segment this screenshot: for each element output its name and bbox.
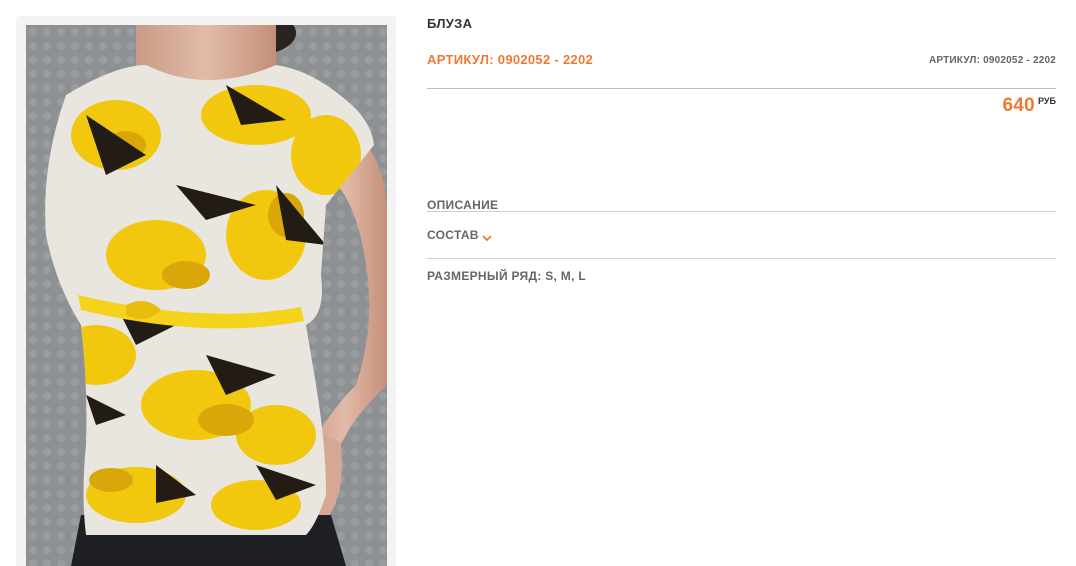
product-page: БЛУЗА АРТИКУЛ: 0902052 - 2202 АРТИКУЛ: 0…	[0, 0, 1076, 566]
size-range: РАЗМЕРНЫЙ РЯД: S, M, L	[427, 269, 586, 283]
composition-label: СОСТАВ	[427, 228, 479, 242]
description-label: ОПИСАНИЕ	[427, 198, 499, 212]
divider	[427, 211, 1056, 212]
divider	[427, 88, 1056, 89]
price-currency: РУБ	[1038, 96, 1056, 106]
product-title: БЛУЗА	[427, 16, 473, 31]
product-image[interactable]	[26, 25, 387, 566]
price-value: 640	[1002, 95, 1036, 116]
composition-toggle[interactable]: СОСТАВ	[427, 228, 492, 242]
chevron-down-icon	[482, 230, 492, 242]
product-sku-secondary: АРТИКУЛ: 0902052 - 2202	[928, 55, 1056, 66]
product-price: 640 РУБ	[1002, 95, 1056, 117]
divider	[427, 258, 1056, 259]
product-sku: АРТИКУЛ: 0902052 - 2202	[427, 52, 594, 67]
